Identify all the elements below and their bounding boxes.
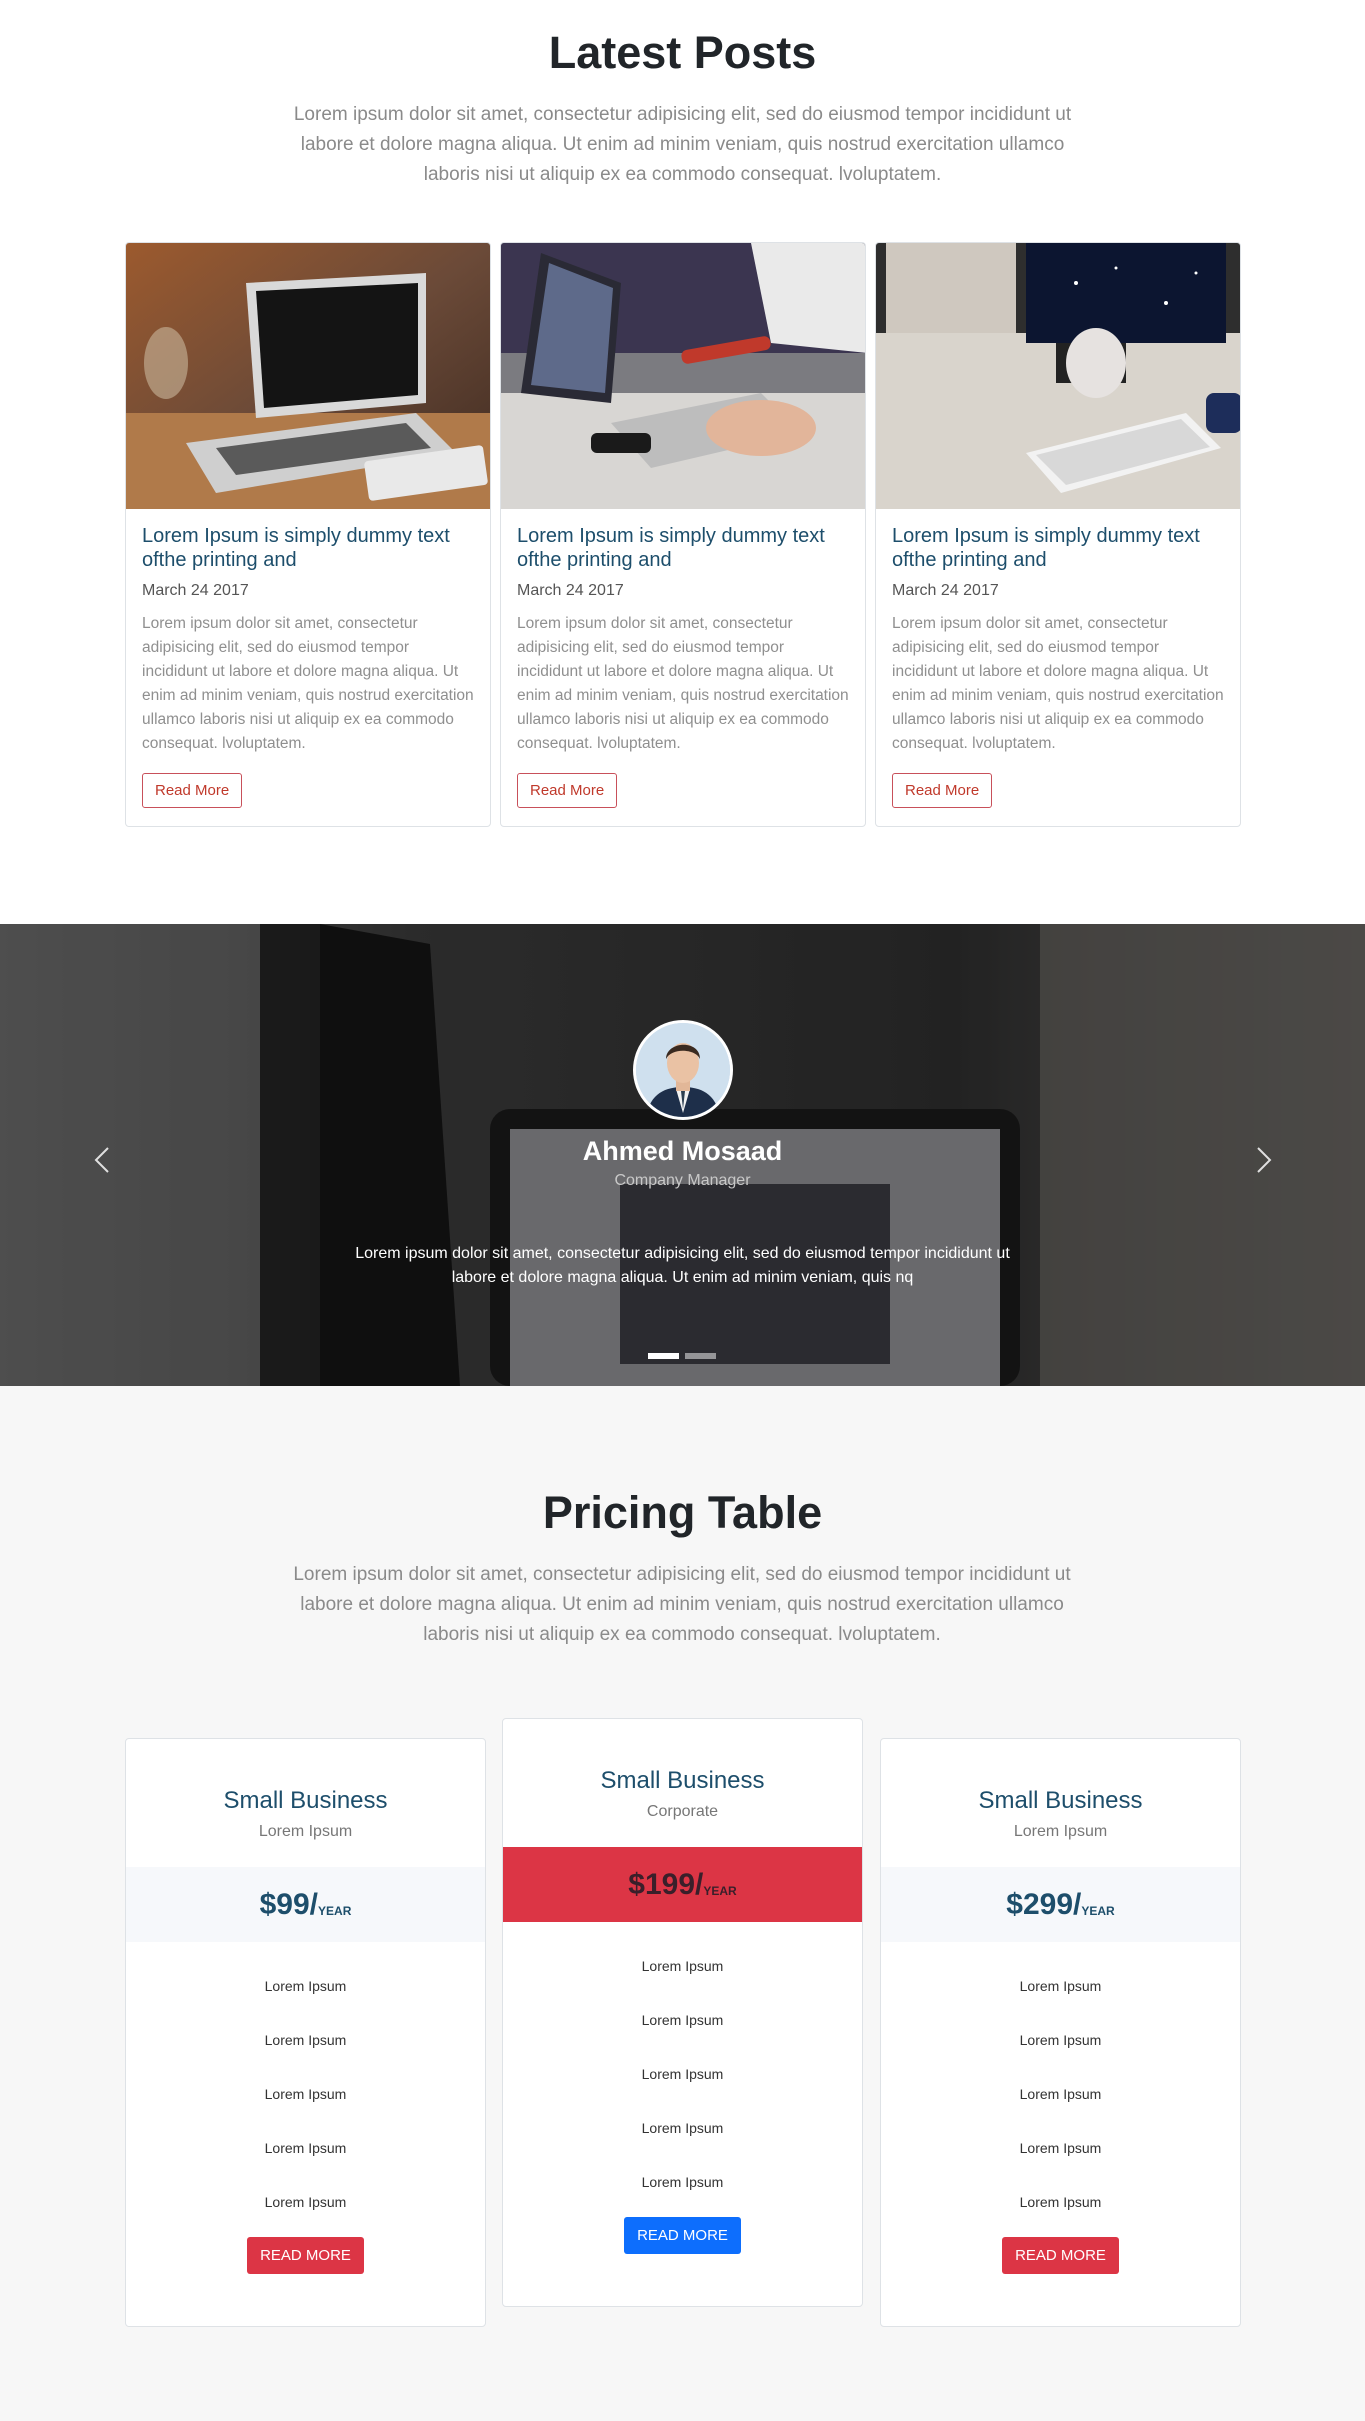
post-card: Lorem Ipsum is simply dummy text ofthe p… <box>875 242 1241 827</box>
pricing-section: Pricing Table Lorem ipsum dolor sit amet… <box>0 1386 1365 2421</box>
latest-posts-intro: Lorem ipsum dolor sit amet, consectetur … <box>293 104 1072 185</box>
post-title[interactable]: Lorem Ipsum is simply dummy text ofthe p… <box>517 524 849 572</box>
plan-header: Small Business Corporate <box>503 1719 862 1847</box>
plan-header: Small Business Lorem Ipsum <box>126 1739 485 1867</box>
plan-subtitle: Corporate <box>646 1803 719 1820</box>
plan-title: Small Business <box>223 1787 388 1814</box>
price-period: YEAR <box>703 1883 737 1898</box>
plan-features: Lorem Ipsum Lorem Ipsum Lorem Ipsum Lore… <box>126 1942 485 2229</box>
post-image-workstation <box>876 243 1240 509</box>
pricing-plan-corporate: Small Business Corporate $199/ YEAR Lore… <box>502 1718 863 2307</box>
plan-read-more-button[interactable]: READ MORE <box>1002 2237 1119 2274</box>
plan-price: $299/ YEAR <box>881 1867 1240 1942</box>
plan-read-more-button[interactable]: READ MORE <box>247 2237 364 2274</box>
plan-feature: Lorem Ipsum <box>1019 1978 1102 1994</box>
read-more-button[interactable]: Read More <box>892 773 993 808</box>
post-date: March 24 2017 <box>142 582 249 599</box>
post-date: March 24 2017 <box>892 582 999 599</box>
post-date: March 24 2017 <box>517 582 624 599</box>
plan-subtitle: Lorem Ipsum <box>1013 1823 1108 1840</box>
price-period: YEAR <box>1081 1903 1115 1918</box>
post-excerpt: Lorem ipsum dolor sit amet, consectetur … <box>517 615 849 752</box>
testimonial-carousel: Ahmed Mosaad Company Manager Lorem ipsum… <box>0 924 1365 1386</box>
post-card-body: Lorem Ipsum is simply dummy text ofthe p… <box>501 509 865 823</box>
post-title[interactable]: Lorem Ipsum is simply dummy text ofthe p… <box>892 524 1224 572</box>
latest-posts-section: Latest Posts Lorem ipsum dolor sit amet,… <box>0 0 1365 924</box>
testimonial-role: Company Manager <box>614 1172 751 1189</box>
plan-price: $199/ YEAR <box>503 1847 862 1922</box>
carousel-indicator-1[interactable] <box>648 1353 679 1359</box>
post-image-desk <box>501 243 865 509</box>
plan-features: Lorem Ipsum Lorem Ipsum Lorem Ipsum Lore… <box>503 1922 862 2209</box>
plan-feature: Lorem Ipsum <box>641 2066 724 2082</box>
plan-feature: Lorem Ipsum <box>264 2032 347 2048</box>
pricing-plan-basic: Small Business Lorem Ipsum $99/ YEAR Lor… <box>125 1738 486 2327</box>
pricing-intro: Lorem ipsum dolor sit amet, consectetur … <box>293 1564 1071 1645</box>
plan-price: $99/ YEAR <box>126 1867 485 1942</box>
plan-header: Small Business Lorem Ipsum <box>881 1739 1240 1867</box>
plan-feature: Lorem Ipsum <box>264 2140 347 2156</box>
post-title[interactable]: Lorem Ipsum is simply dummy text ofthe p… <box>142 524 474 572</box>
plan-feature: Lorem Ipsum <box>1019 2086 1102 2102</box>
post-cards: Lorem Ipsum is simply dummy text ofthe p… <box>125 242 1241 827</box>
plan-read-more-button[interactable]: READ MORE <box>624 2217 741 2254</box>
avatar <box>633 1020 733 1120</box>
plan-title: Small Business <box>600 1767 765 1794</box>
price-amount: $199/ <box>628 1867 704 1901</box>
plan-feature: Lorem Ipsum <box>1019 2032 1102 2048</box>
plan-feature: Lorem Ipsum <box>264 2194 347 2210</box>
plan-feature: Lorem Ipsum <box>641 2174 724 2190</box>
post-image-laptop <box>126 243 490 509</box>
plan-feature: Lorem Ipsum <box>641 2012 724 2028</box>
plan-title: Small Business <box>978 1787 1143 1814</box>
carousel-indicators <box>648 1353 716 1359</box>
price-amount: $99/ <box>259 1887 319 1921</box>
pricing-title: Pricing Table <box>542 1487 823 1538</box>
pricing-plan-premium: Small Business Lorem Ipsum $299/ YEAR Lo… <box>880 1738 1241 2327</box>
post-card-body: Lorem Ipsum is simply dummy text ofthe p… <box>876 509 1240 823</box>
plan-feature: Lorem Ipsum <box>641 2120 724 2136</box>
post-card: Lorem Ipsum is simply dummy text ofthe p… <box>500 242 866 827</box>
plan-features: Lorem Ipsum Lorem Ipsum Lorem Ipsum Lore… <box>881 1942 1240 2229</box>
carousel-indicator-2[interactable] <box>685 1353 716 1359</box>
testimonial-name: Ahmed Mosaad <box>582 1136 783 1166</box>
read-more-button[interactable]: Read More <box>517 773 618 808</box>
post-excerpt: Lorem ipsum dolor sit amet, consectetur … <box>892 615 1224 752</box>
plan-feature: Lorem Ipsum <box>264 2086 347 2102</box>
price-amount: $299/ <box>1006 1887 1082 1921</box>
price-period: YEAR <box>318 1903 352 1918</box>
latest-posts-title: Latest Posts <box>548 27 817 78</box>
post-card: Lorem Ipsum is simply dummy text ofthe p… <box>125 242 491 827</box>
read-more-button[interactable]: Read More <box>142 773 243 808</box>
plan-subtitle: Lorem Ipsum <box>258 1823 353 1840</box>
plan-feature: Lorem Ipsum <box>264 1978 347 1994</box>
plan-feature: Lorem Ipsum <box>641 1958 724 1974</box>
plan-feature: Lorem Ipsum <box>1019 2194 1102 2210</box>
testimonial-quote: Lorem ipsum dolor sit amet, consectetur … <box>355 1245 1010 1286</box>
plan-feature: Lorem Ipsum <box>1019 2140 1102 2156</box>
post-excerpt: Lorem ipsum dolor sit amet, consectetur … <box>142 615 474 752</box>
post-card-body: Lorem Ipsum is simply dummy text ofthe p… <box>126 509 490 823</box>
